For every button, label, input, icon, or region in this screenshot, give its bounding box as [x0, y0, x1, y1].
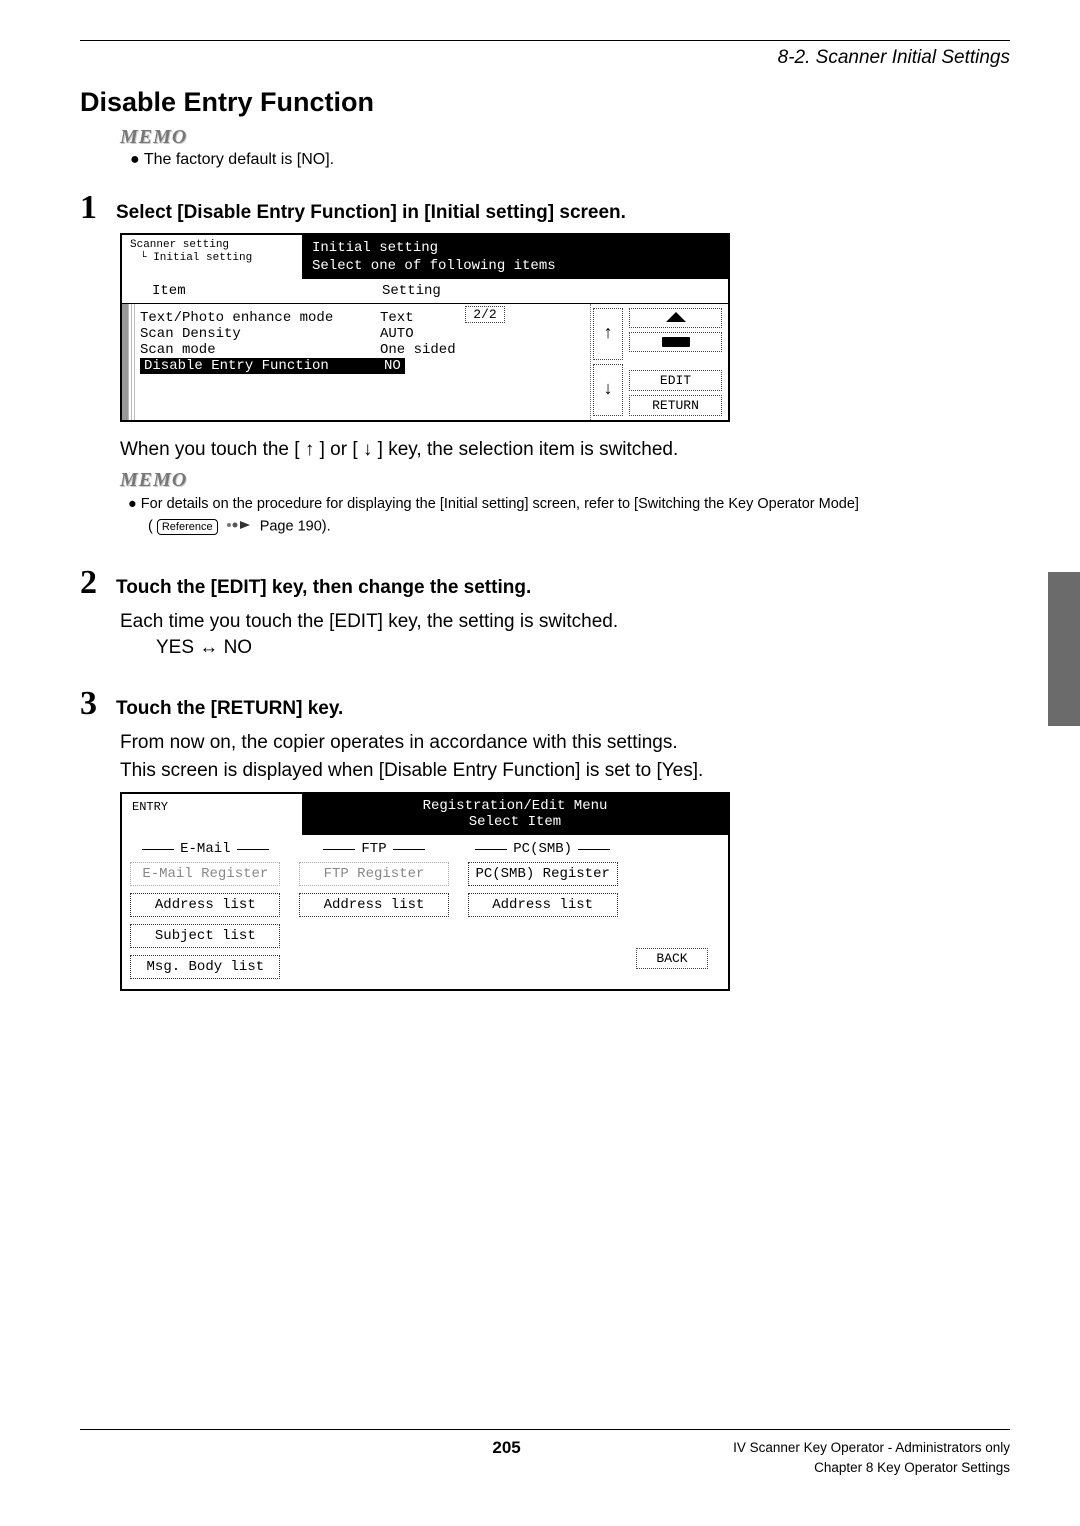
email-register-button[interactable]: E-Mail Register	[130, 862, 280, 886]
step3-title: Touch the [RETURN] key.	[116, 698, 343, 720]
memo-label-1: MEMO	[120, 126, 1010, 149]
row-item: Scan mode	[140, 342, 380, 358]
page-indicator: 2/2	[465, 306, 505, 323]
col-pcsmb-label: PC(SMB)	[513, 841, 572, 857]
shot1-subtitle: Select one of following items	[312, 257, 718, 275]
ftp-register-button[interactable]: FTP Register	[299, 862, 449, 886]
step3-body1: From now on, the copier operates in acco…	[120, 729, 1010, 758]
page-title: Disable Entry Function	[80, 87, 1010, 118]
screenshot-initial-setting: Scanner setting └ Initial setting Initia…	[120, 233, 730, 422]
arrow-up-button[interactable]: ↑	[593, 308, 623, 360]
step2-body: Each time you touch the [EDIT] key, the …	[120, 608, 1010, 637]
arrow-down-button[interactable]: ↓	[593, 364, 623, 416]
back-button[interactable]: BACK	[636, 948, 708, 969]
shot2-subtitle: Select Item	[312, 814, 718, 831]
footer-right-1: IV Scanner Key Operator - Administrators…	[733, 1438, 1010, 1458]
step1-memo-tail: Page 190).	[260, 518, 331, 534]
table-row: Scan Density AUTO	[140, 326, 580, 342]
footer-right-2: Chapter 8 Key Operator Settings	[733, 1458, 1010, 1478]
memo1-bullet: ● The factory default is [NO].	[130, 151, 1010, 169]
reference-box: Reference	[157, 519, 218, 535]
side-tab	[1048, 572, 1080, 726]
page-footer: 205 IV Scanner Key Operator - Administra…	[80, 1429, 1010, 1479]
page-number: 205	[492, 1438, 520, 1458]
step2-title: Touch the [EDIT] key, then change the se…	[116, 577, 531, 599]
step1-caption: When you touch the [ ↑ ] or [ ↓ ] key, t…	[120, 436, 1010, 465]
row-setting-selected: NO	[354, 358, 401, 374]
shot1-title: Initial setting	[312, 239, 718, 257]
chevron-right-icon	[226, 516, 252, 538]
email-subject-list-button[interactable]: Subject list	[130, 924, 280, 948]
section-path: 8-2. Scanner Initial Settings	[80, 47, 1010, 69]
entry-label: ENTRY	[122, 794, 302, 836]
row-item: Text/Photo enhance mode	[140, 310, 380, 326]
pcsmb-address-list-button[interactable]: Address list	[468, 893, 618, 917]
step1-number: 1	[80, 189, 116, 227]
table-row-selected[interactable]: Disable Entry Function NO	[140, 358, 405, 374]
col-ftp-label: FTP	[361, 841, 386, 857]
return-button[interactable]: RETURN	[629, 395, 722, 416]
col-item-header: Item	[122, 283, 382, 299]
email-msg-body-list-button[interactable]: Msg. Body list	[130, 955, 280, 979]
row-setting: One sided	[380, 342, 580, 358]
step1-title: Select [Disable Entry Function] in [Init…	[116, 202, 626, 224]
table-row: Text/Photo enhance mode Text	[140, 310, 580, 326]
row-item-selected: Disable Entry Function	[144, 358, 354, 374]
col-setting-header: Setting	[382, 283, 728, 299]
shot2-title: Registration/Edit Menu	[312, 798, 718, 815]
edit-button[interactable]: EDIT	[629, 370, 722, 391]
email-address-list-button[interactable]: Address list	[130, 893, 280, 917]
step3-body2: This screen is displayed when [Disable E…	[120, 757, 1010, 786]
pcsmb-register-button[interactable]: PC(SMB) Register	[468, 862, 618, 886]
breadcrumb-1: Scanner setting	[130, 239, 294, 252]
col-email-label: E-Mail	[180, 841, 230, 857]
row-item: Scan Density	[140, 326, 380, 342]
step3-number: 3	[80, 685, 116, 723]
home-button[interactable]	[629, 308, 722, 328]
memo-label-2: MEMO	[120, 469, 1010, 492]
step2-toggle: YES ↔ NO	[156, 637, 1010, 659]
level-button[interactable]	[629, 332, 722, 352]
breadcrumb-2: Initial setting	[153, 252, 252, 264]
ftp-address-list-button[interactable]: Address list	[299, 893, 449, 917]
step2-number: 2	[80, 564, 116, 602]
step1-memo-line1: ● For details on the procedure for displ…	[128, 494, 1010, 516]
breadcrumb: Scanner setting └ Initial setting	[122, 235, 302, 279]
row-setting: AUTO	[380, 326, 580, 342]
screenshot-registration-menu: ENTRY Registration/Edit Menu Select Item…	[120, 792, 730, 992]
table-row: Scan mode One sided	[140, 342, 580, 358]
